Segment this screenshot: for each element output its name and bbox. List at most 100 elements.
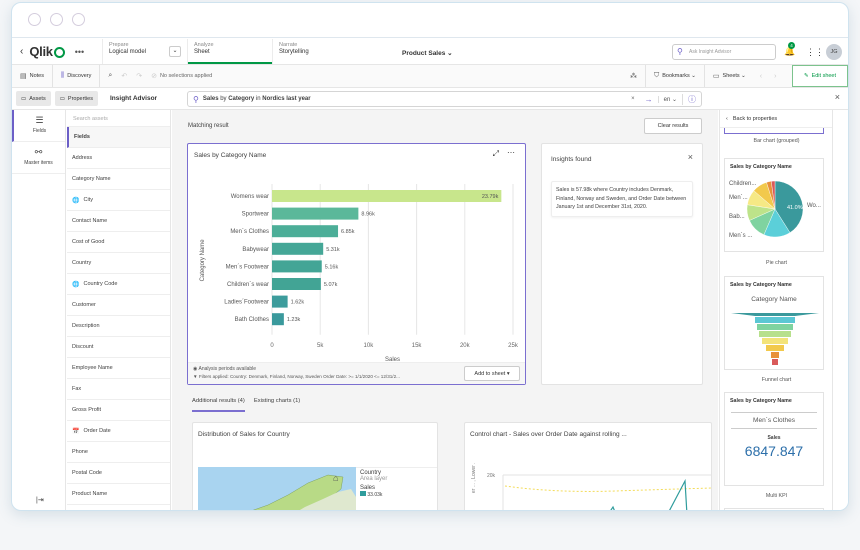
filters-applied: ▼ Filters applied: Country: Denmark, Fin… bbox=[193, 374, 400, 379]
fields-header: Fields bbox=[67, 127, 170, 148]
category-label: Babywear bbox=[242, 247, 269, 253]
suggestion-title: Sales by Category Name bbox=[730, 398, 792, 404]
more-options-icon[interactable]: ⋯ bbox=[507, 148, 515, 157]
field-item[interactable]: Fax bbox=[67, 379, 170, 400]
field-label: Address bbox=[72, 155, 93, 161]
step-back-icon[interactable]: ↶ bbox=[121, 72, 127, 80]
window-dot[interactable] bbox=[28, 13, 41, 26]
tab-narrate[interactable]: Narrate Storytelling bbox=[272, 39, 357, 64]
panel-scroll-area[interactable] bbox=[832, 110, 848, 510]
field-item[interactable]: Phone bbox=[67, 442, 170, 463]
prev-sheet-icon[interactable]: ‹ bbox=[760, 73, 762, 80]
window-dot[interactable] bbox=[72, 13, 85, 26]
properties-icon: ▭ bbox=[59, 95, 65, 102]
field-item[interactable]: Employee Name bbox=[67, 358, 170, 379]
field-item[interactable]: 🌐 City bbox=[67, 190, 170, 211]
ask-insight-advisor-input[interactable]: ⚲ Ask Insight Advisor bbox=[672, 44, 776, 60]
field-item[interactable]: Postal Code bbox=[67, 463, 170, 484]
search-icon: ⚲ bbox=[193, 94, 199, 104]
insight-advisor-bar: ▭ Assets ▭ Properties Insight Advisor ⚲ Sa… bbox=[12, 88, 848, 110]
field-item[interactable]: Product Name bbox=[67, 484, 170, 505]
field-item[interactable]: Contact Name bbox=[67, 211, 170, 232]
clear-selections-icon[interactable]: ⊘ bbox=[151, 72, 157, 80]
tab-analyze[interactable]: Analyze Sheet bbox=[187, 39, 272, 64]
pie-chart-suggestion[interactable]: Sales by Category Name Children... Men´..… bbox=[724, 158, 824, 252]
tab-analyze-caption: Analyze bbox=[194, 42, 214, 48]
funnel-segment bbox=[755, 317, 795, 323]
data-label: 8.96k bbox=[361, 212, 375, 218]
control-chart-card[interactable]: Control chart - Sales over Order Date ag… bbox=[464, 422, 712, 510]
tab-existing-charts[interactable]: Existing charts (1) bbox=[254, 398, 300, 412]
app-window: ‹ Qlik ••• Prepare Logical model ⌄ Analy… bbox=[11, 2, 849, 511]
data-label: 5.07k bbox=[324, 282, 338, 288]
field-item[interactable]: Cost of Good bbox=[67, 232, 170, 253]
step-forward-icon[interactable]: ↷ bbox=[136, 72, 142, 80]
app-title-dropdown[interactable]: Product Sales ⌄ bbox=[402, 49, 453, 57]
submit-arrow-icon[interactable]: → bbox=[640, 95, 658, 104]
funnel-segment bbox=[766, 345, 784, 351]
collapse-sidebar-icon[interactable]: |⇥ bbox=[36, 496, 44, 504]
tab-prepare[interactable]: Prepare Logical model ⌄ bbox=[102, 39, 187, 64]
no-selections-text: No selections applied bbox=[159, 73, 213, 79]
data-label: 6.85k bbox=[341, 229, 355, 235]
expand-icon[interactable]: ⤢ bbox=[493, 149, 499, 159]
search-query: Sales by Category in Nordics last year bbox=[203, 96, 311, 102]
assets-button[interactable]: ▭ Assets bbox=[16, 91, 51, 106]
field-item[interactable]: 📅 Order Date bbox=[67, 421, 170, 442]
insights-icon[interactable]: ⁂ bbox=[630, 72, 637, 80]
smart-search-icon[interactable]: ⌕ bbox=[108, 72, 112, 80]
add-to-sheet-button[interactable]: Add to sheet ▾ bbox=[464, 366, 520, 381]
discovery-button[interactable]: ⫼ Discovery bbox=[52, 65, 99, 87]
field-item[interactable]: Gross Profit bbox=[67, 400, 170, 421]
sidebar-item-master-items[interactable]: ⚯ Master items bbox=[12, 142, 65, 174]
discovery-icon: ⫼ bbox=[61, 72, 65, 79]
sheets-button[interactable]: ▭ Sheets ⌄ bbox=[703, 65, 754, 87]
multi-kpi-suggestion[interactable]: Sales by Category Name Men´s Clothes Sal… bbox=[724, 392, 824, 486]
properties-button[interactable]: ▭ Properties bbox=[54, 91, 98, 106]
field-item[interactable]: Discount bbox=[67, 337, 170, 358]
bar bbox=[272, 190, 502, 202]
chevron-down-icon[interactable]: ⌄ bbox=[169, 46, 181, 57]
close-icon[interactable]: × bbox=[688, 152, 693, 162]
next-suggestion[interactable] bbox=[724, 508, 824, 510]
next-sheet-icon[interactable]: › bbox=[774, 73, 776, 80]
matching-chart-card[interactable]: Sales by Category Name ⤢ ⋯ 0 5k 10k 15k 20k 2… bbox=[187, 143, 526, 385]
clear-query-icon[interactable]: × bbox=[626, 96, 640, 102]
notes-button[interactable]: ▤ Notes bbox=[12, 65, 52, 87]
field-item[interactable]: Description bbox=[67, 316, 170, 337]
pie-label: Men´... bbox=[729, 195, 748, 201]
field-item[interactable]: 🌐 Country Code bbox=[67, 274, 170, 295]
back-to-properties-button[interactable]: ‹ Back to properties bbox=[720, 110, 832, 128]
close-icon[interactable]: × bbox=[835, 92, 840, 102]
back-to-properties-label: Back to properties bbox=[732, 115, 778, 122]
field-item[interactable]: Category Name bbox=[67, 169, 170, 190]
search-assets-input[interactable]: Search assets bbox=[67, 110, 170, 127]
top-navigation: ‹ Qlik ••• Prepare Logical model ⌄ Analy… bbox=[12, 39, 848, 65]
clear-results-button[interactable]: Clear results bbox=[644, 118, 702, 134]
field-item[interactable]: Country bbox=[67, 253, 170, 274]
funnel-label: Category Name bbox=[751, 296, 797, 303]
field-item[interactable]: Customer bbox=[67, 295, 170, 316]
edit-sheet-button[interactable]: ✎ Edit sheet bbox=[792, 65, 848, 87]
more-icon[interactable]: ••• bbox=[75, 47, 84, 57]
kpi-value: 6847.847 bbox=[744, 443, 804, 459]
language-select[interactable]: en ⌄ bbox=[657, 95, 682, 103]
field-item[interactable]: Address bbox=[67, 148, 170, 169]
back-icon[interactable]: ‹ bbox=[20, 46, 23, 57]
funnel-chart-suggestion[interactable]: Sales by Category Name Category Name bbox=[724, 276, 824, 370]
suggestion-title: Sales by Category Name bbox=[730, 164, 792, 170]
map-card[interactable]: Distribution of Sales for Country ⌂ Coun… bbox=[192, 422, 438, 510]
suggestion-title: Sales by Category Name bbox=[730, 282, 792, 288]
bookmarks-button[interactable]: ⛉ Bookmarks ⌄ bbox=[645, 65, 704, 87]
sidebar-item-fields[interactable]: ☰ Fields bbox=[12, 110, 65, 142]
filters-label: Filters applied: bbox=[198, 374, 229, 379]
notifications-button[interactable]: 🔔 4 bbox=[784, 42, 795, 57]
tab-additional-results[interactable]: Additional results (4) bbox=[192, 398, 245, 412]
insight-search-input[interactable]: ⚲ Sales by Category in Nordics last year… bbox=[187, 91, 702, 107]
pie-label: Children... bbox=[729, 181, 757, 187]
window-dot[interactable] bbox=[50, 13, 63, 26]
info-icon[interactable]: ⓘ bbox=[682, 93, 701, 105]
field-label: Country bbox=[72, 260, 92, 266]
field-label: Discount bbox=[72, 344, 94, 350]
avatar[interactable]: JG bbox=[826, 44, 842, 60]
